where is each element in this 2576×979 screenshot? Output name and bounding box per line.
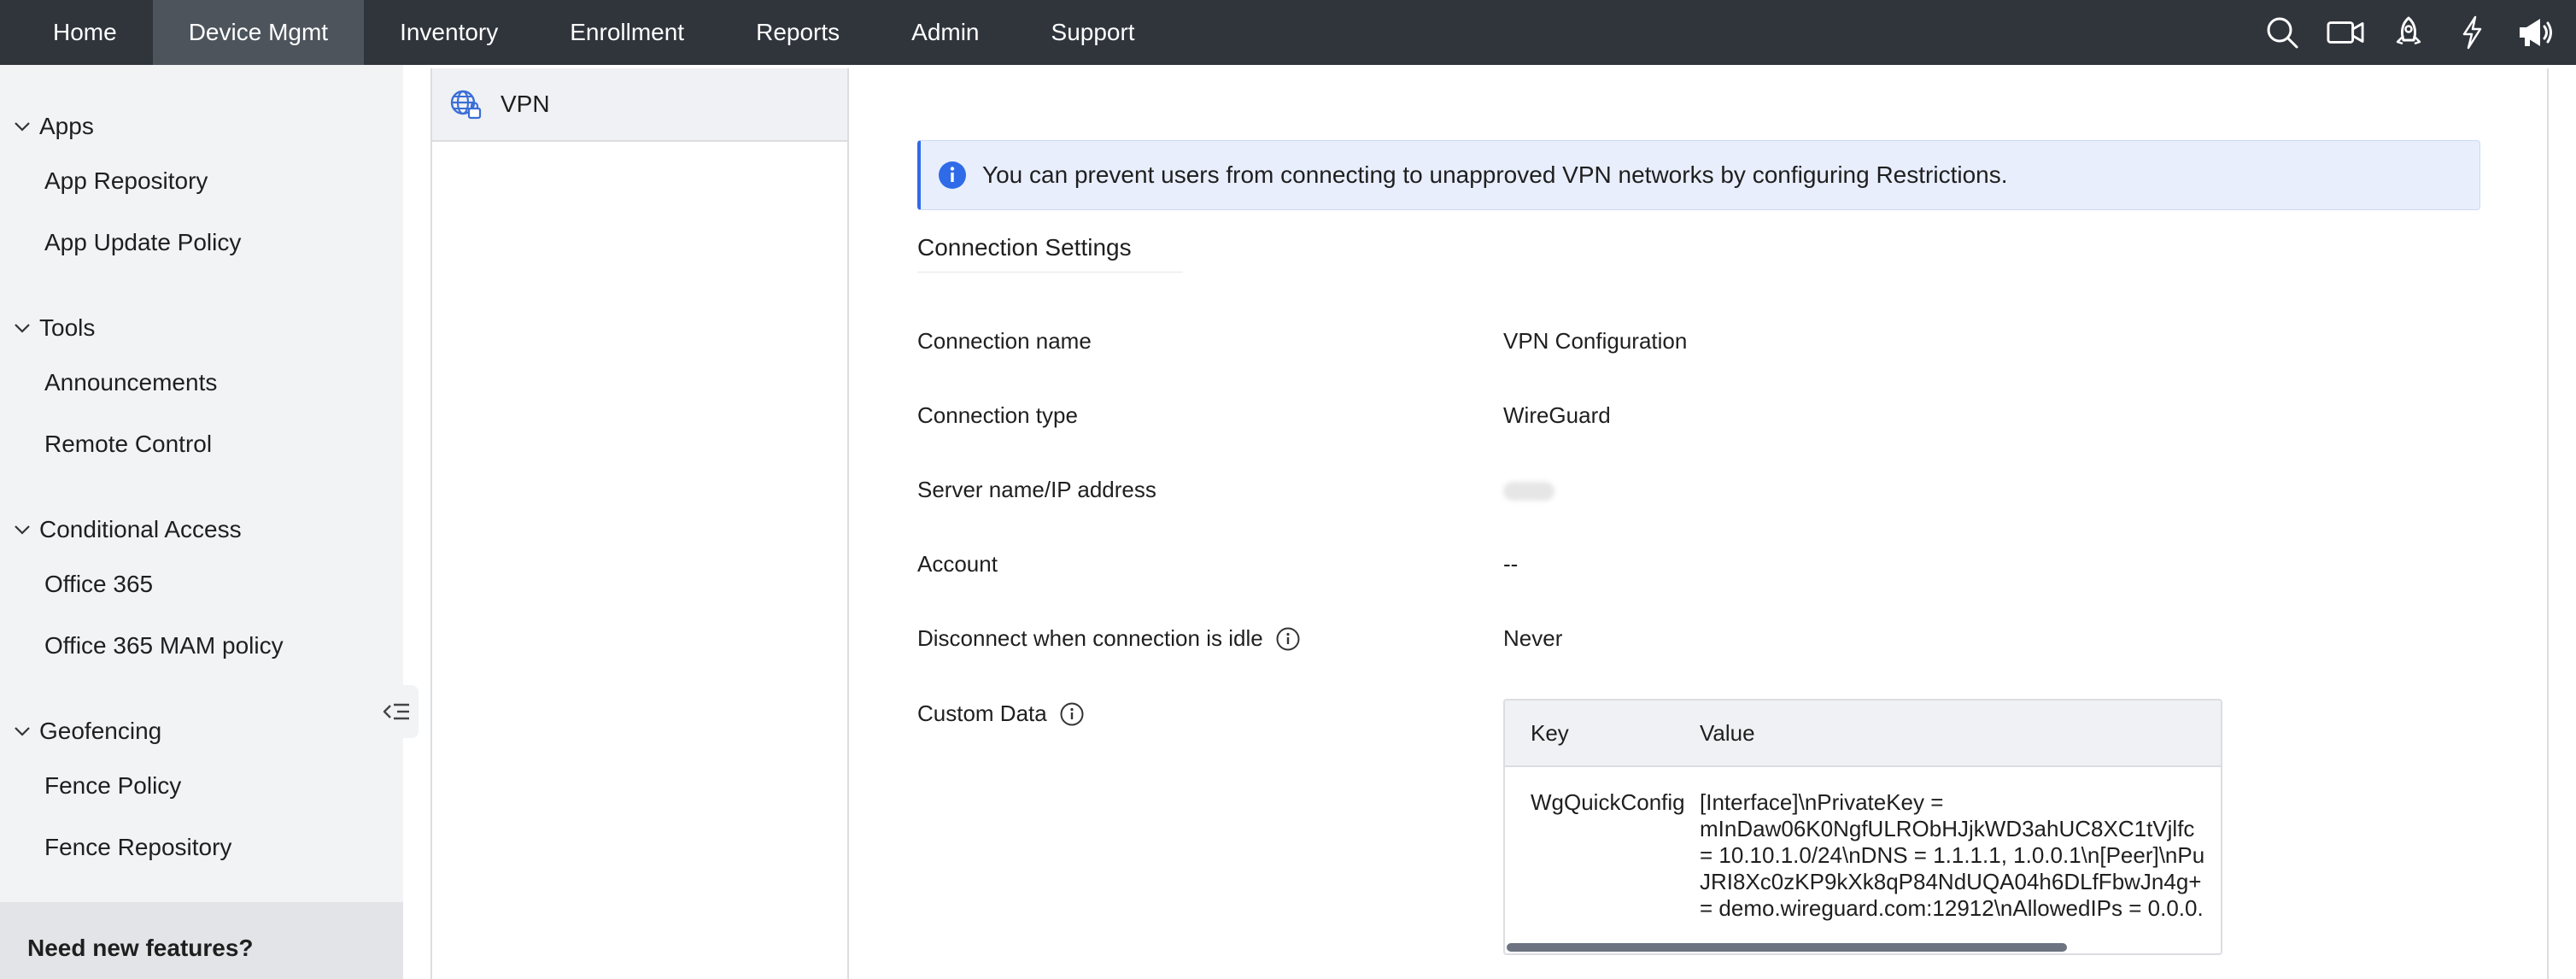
section-title: Connection Settings [917,234,1183,273]
sidebar: Apps App Repository App Update Policy To… [0,65,403,979]
sidebar-item-fence-repository[interactable]: Fence Repository [44,834,231,861]
connection-name-value: VPN Configuration [1503,328,1688,354]
idle-disconnect-row: Disconnect when connection is idle [917,625,1301,652]
main-nav: Home Device Mgmt Inventory Enrollment Re… [17,0,1171,65]
sidebar-item-app-update-policy[interactable]: App Update Policy [44,229,241,256]
collapse-menu-icon [383,703,409,720]
table-cell-key: WgQuickConfig [1531,789,1685,815]
info-circle-icon[interactable] [1059,701,1085,727]
sidebar-group-geofencing[interactable]: Geofencing [12,718,161,745]
vpn-settings-panel: You can prevent users from connecting to… [849,68,2549,979]
sidebar-group-label: Geofencing [39,718,162,744]
megaphone-icon[interactable] [2516,14,2554,51]
payload-item-vpn[interactable]: VPN [432,68,847,142]
custom-data-table: Key Value WgQuickConfig [Interface]\nPri… [1503,699,2222,955]
table-header: Key Value [1505,701,2221,767]
scrollbar-thumb[interactable] [1507,943,2067,952]
sidebar-item-office-365-mam-policy[interactable]: Office 365 MAM policy [44,632,284,660]
sidebar-group-label: Apps [39,113,94,139]
nav-reports[interactable]: Reports [720,0,875,65]
connection-type-value: WireGuard [1503,402,1611,428]
info-circle-icon[interactable] [1275,626,1301,652]
globe-lock-icon [450,90,482,120]
sidebar-item-app-repository[interactable]: App Repository [44,167,208,195]
chevron-down-icon [15,525,30,535]
sidebar-item-fence-policy[interactable]: Fence Policy [44,772,181,800]
chevron-down-icon [15,122,30,132]
table-row: WgQuickConfig [Interface]\nPrivateKey = … [1505,767,2221,922]
chevron-down-icon [15,727,30,736]
table-cell-value: [Interface]\nPrivateKey = mInDaw06K0NgfU… [1700,789,2204,921]
account-value: -- [1503,551,1519,577]
sidebar-item-announcements[interactable]: Announcements [44,369,217,396]
rocket-icon[interactable] [2390,14,2427,51]
payload-list-panel: VPN [430,68,849,979]
info-banner: You can prevent users from connecting to… [917,140,2480,210]
info-banner-text: You can prevent users from connecting to… [982,161,2008,188]
sidebar-item-office-365[interactable]: Office 365 [44,571,153,598]
connection-type-label: Connection type [917,402,1078,428]
feature-request-label: Need new features? [27,935,254,961]
chevron-down-icon [15,324,30,333]
lightning-icon[interactable] [2453,14,2491,51]
info-icon [939,161,966,189]
column-header-value: Value [1700,719,1755,746]
nav-inventory[interactable]: Inventory [364,0,534,65]
idle-disconnect-value: Never [1503,625,1563,651]
collapse-sidebar-button[interactable] [374,685,419,738]
nav-admin[interactable]: Admin [875,0,1015,65]
sidebar-group-apps[interactable]: Apps [12,113,94,140]
sidebar-item-remote-control[interactable]: Remote Control [44,431,212,458]
top-nav-bar: Home Device Mgmt Inventory Enrollment Re… [0,0,2576,65]
nav-support[interactable]: Support [1016,0,1171,65]
account-label: Account [917,551,998,577]
sidebar-group-conditional-access[interactable]: Conditional Access [12,516,242,543]
custom-data-row: Custom Data [917,701,1085,727]
sidebar-group-label: Tools [39,314,96,341]
sidebar-group-label: Conditional Access [39,516,242,542]
horizontal-scrollbar[interactable] [1505,941,2221,953]
payload-item-label: VPN [501,91,550,117]
top-icon-group [2263,0,2554,65]
feature-request-box[interactable]: Need new features? [0,902,403,979]
server-label: Server name/IP address [917,477,1156,502]
video-icon[interactable] [2327,14,2364,51]
idle-disconnect-label: Disconnect when connection is idle [917,625,1263,651]
search-icon[interactable] [2263,14,2301,51]
nav-enrollment[interactable]: Enrollment [534,0,720,65]
column-header-key: Key [1531,719,1569,746]
nav-device-mgmt[interactable]: Device Mgmt [152,0,365,65]
server-value-redacted [1503,480,1554,507]
nav-home[interactable]: Home [17,0,153,65]
custom-data-label: Custom Data [917,701,1047,726]
sidebar-group-tools[interactable]: Tools [12,314,95,342]
redacted-value [1503,482,1554,501]
connection-name-label: Connection name [917,328,1092,354]
